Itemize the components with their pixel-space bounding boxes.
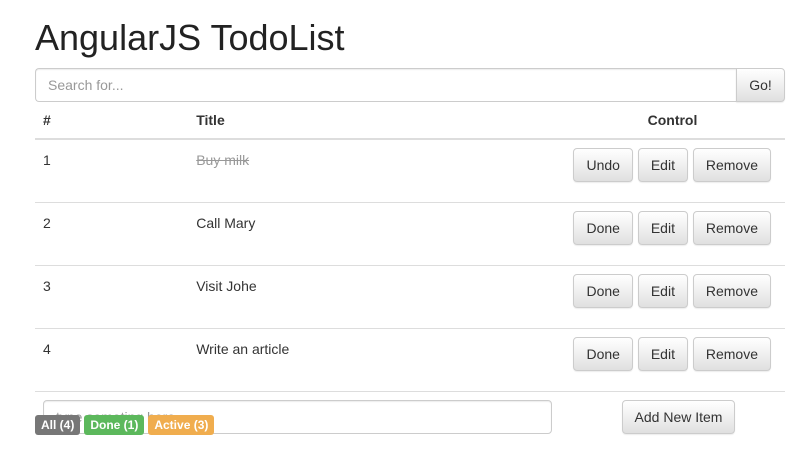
search-bar: Go! <box>35 68 785 102</box>
todo-app: AngularJS TodoList Go! # Title Control 1… <box>0 0 800 453</box>
search-go-button[interactable]: Go! <box>736 68 785 102</box>
todo-table: # Title Control 1 Buy milk Undo Edit Rem… <box>35 102 785 442</box>
header-title: Title <box>188 102 560 140</box>
edit-button[interactable]: Edit <box>637 337 688 371</box>
table-row: 4 Write an article Done Edit Remove <box>35 328 785 392</box>
row-title: Write an article <box>196 341 290 357</box>
table-row: 3 Visit Johe Done Edit Remove <box>35 265 785 329</box>
table-row: 1 Buy milk Undo Edit Remove <box>35 138 785 203</box>
search-input[interactable] <box>35 68 736 102</box>
row-controls: Undo Edit Remove <box>560 138 785 203</box>
edit-button[interactable]: Edit <box>637 211 688 245</box>
toggle-done-button[interactable]: Done <box>573 337 633 371</box>
filter-badges: All (4) Done (1) Active (3) <box>35 415 215 435</box>
edit-button[interactable]: Edit <box>637 148 688 182</box>
row-controls: Done Edit Remove <box>560 328 785 392</box>
filter-all-badge[interactable]: All (4) <box>35 415 81 435</box>
row-num: 2 <box>35 202 189 266</box>
page-title: AngularJS TodoList <box>35 17 345 58</box>
row-num: 1 <box>35 138 189 203</box>
remove-button[interactable]: Remove <box>692 337 771 371</box>
row-num: 4 <box>35 328 189 392</box>
header-num: # <box>35 102 189 140</box>
toggle-done-button[interactable]: Done <box>573 211 633 245</box>
filter-active-badge[interactable]: Active (3) <box>148 415 215 435</box>
row-controls: Done Edit Remove <box>560 202 785 266</box>
row-title: Visit Johe <box>196 278 257 294</box>
remove-button[interactable]: Remove <box>692 211 771 245</box>
header-control: Control <box>560 102 785 140</box>
remove-button[interactable]: Remove <box>692 274 771 308</box>
table-row: 2 Call Mary Done Edit Remove <box>35 202 785 266</box>
filter-done-badge[interactable]: Done (1) <box>84 415 145 435</box>
row-title: Call Mary <box>196 215 256 231</box>
toggle-done-button[interactable]: Done <box>573 274 633 308</box>
row-num: 3 <box>35 265 189 329</box>
add-new-item-button[interactable]: Add New Item <box>621 400 736 434</box>
row-title: Buy milk <box>196 152 250 168</box>
toggle-done-button[interactable]: Undo <box>573 148 633 182</box>
row-controls: Done Edit Remove <box>560 265 785 329</box>
remove-button[interactable]: Remove <box>692 148 771 182</box>
table-header-row: # Title Control <box>35 102 785 140</box>
edit-button[interactable]: Edit <box>637 274 688 308</box>
